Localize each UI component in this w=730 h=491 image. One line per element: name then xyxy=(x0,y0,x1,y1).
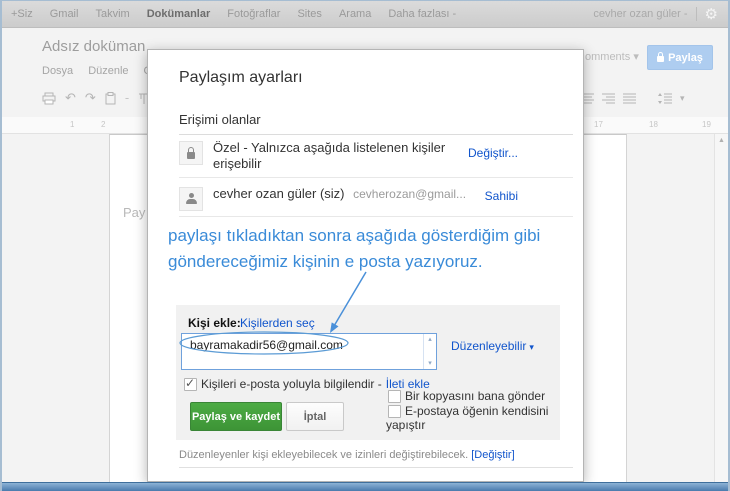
align-justify-icon[interactable] xyxy=(623,93,636,104)
who-has-access-heading: Erişimi olanlar xyxy=(179,112,573,135)
footer-divider xyxy=(179,467,573,468)
topbar-nav: +Siz Gmail Takvim Dokümanlar Fotoğraflar… xyxy=(2,8,456,20)
input-scrollbar: ▴ ▾ xyxy=(423,334,436,369)
print-icon[interactable] xyxy=(42,92,56,105)
cancel-button[interactable]: İptal xyxy=(286,402,344,431)
send-copy-option: Bir kopyasını bana gönder xyxy=(386,389,558,403)
menu-file[interactable]: Dosya xyxy=(42,65,73,77)
access-row-owner: cevher ozan güler (siz) cevherozan@gmail… xyxy=(179,186,573,211)
tutorial-annotation: paylaşı tıkladıktan sonra aşağıda göster… xyxy=(168,223,572,275)
access-text-line1: Özel - Yalnızca aşağıda listelenen kişil… xyxy=(213,140,446,155)
notify-label: Kişileri e-posta yoluyla bilgilendir - xyxy=(201,377,382,391)
align-right-icon[interactable] xyxy=(602,93,615,104)
paste-item-option: E-postaya öğenin kendisini yapıştır xyxy=(386,404,558,432)
nav-documents[interactable]: Dokümanlar xyxy=(147,8,211,20)
topbar-separator xyxy=(695,7,697,21)
email-options: Bir kopyasını bana gönder E-postaya öğen… xyxy=(386,389,558,433)
nav-search[interactable]: Arama xyxy=(339,8,371,20)
nav-calendar[interactable]: Takvim xyxy=(95,8,129,20)
row-divider xyxy=(179,216,573,217)
paste-item-checkbox[interactable] xyxy=(388,405,401,418)
document-body-text: Pay xyxy=(123,205,146,220)
nav-photos[interactable]: Fotoğraflar xyxy=(227,8,280,20)
footer-change-link[interactable]: [Değiştir] xyxy=(471,449,514,461)
account-menu[interactable]: cevher ozan güler - xyxy=(593,8,687,20)
chevron-down-icon: ▾ xyxy=(633,51,639,63)
add-people-label: Kişi ekle: xyxy=(188,316,241,330)
send-copy-checkbox[interactable] xyxy=(388,390,401,403)
nav-sites[interactable]: Sites xyxy=(297,8,321,20)
topbar-right: cevher ozan güler - ⚙ xyxy=(593,7,728,22)
editors-permission-note: Düzenleyenler kişi ekleyebilecek ve izin… xyxy=(179,449,515,461)
comments-button[interactable]: omments ▾ xyxy=(585,50,639,63)
document-title[interactable]: Adsız doküman xyxy=(42,38,145,55)
owner-name: cevher ozan güler (siz) xyxy=(213,186,345,201)
nav-plus-you[interactable]: +Siz xyxy=(11,8,33,20)
notify-checkbox[interactable] xyxy=(184,376,197,391)
toolbar-divider: - xyxy=(124,90,130,105)
share-and-save-button[interactable]: Paylaş ve kaydet xyxy=(190,402,282,431)
person-icon xyxy=(179,187,203,211)
ruler-number: 1 xyxy=(70,120,75,129)
change-link[interactable]: Değiştir... xyxy=(468,146,518,160)
menu-edit[interactable]: Düzenle xyxy=(88,65,128,77)
owner-row-text: cevher ozan güler (siz) cevherozan@gmail… xyxy=(213,186,483,202)
nav-more[interactable]: Daha fazlası - xyxy=(388,8,456,20)
invite-panel: Kişi ekle: Kişilerden seç bayramakadir56… xyxy=(176,305,560,440)
scroll-up-icon[interactable]: ▴ xyxy=(428,336,432,343)
vertical-scrollbar[interactable]: ▲ xyxy=(714,134,728,483)
chevron-down-icon: ▾ xyxy=(529,342,534,352)
footer-text: Düzenleyenler kişi ekleyebilecek ve izin… xyxy=(179,449,472,461)
undo-icon[interactable]: ↶ xyxy=(65,91,76,105)
invite-email-input[interactable]: bayramakadir56@gmail.com ▴ ▾ xyxy=(181,333,437,370)
app-window: +Siz Gmail Takvim Dokümanlar Fotoğraflar… xyxy=(0,0,730,491)
nav-gmail[interactable]: Gmail xyxy=(50,8,79,20)
permission-dropdown[interactable]: Düzenleyebilir ▾ xyxy=(451,339,534,353)
ruler-number: 19 xyxy=(702,120,711,129)
chevron-down-icon[interactable]: ▾ xyxy=(680,91,685,105)
permission-label: Düzenleyebilir xyxy=(451,339,527,353)
row-divider xyxy=(179,177,573,178)
scroll-up-icon[interactable]: ▲ xyxy=(718,137,725,144)
share-button[interactable]: Paylaş xyxy=(647,45,713,70)
ruler-number: 2 xyxy=(101,120,106,129)
comments-label: omments xyxy=(585,51,631,63)
send-copy-label: Bir kopyasını bana gönder xyxy=(405,389,546,403)
gear-icon[interactable]: ⚙ xyxy=(705,7,718,22)
ruler-number: 18 xyxy=(649,120,658,129)
window-bottom-bar xyxy=(2,482,728,491)
access-text-line2: erişebilir xyxy=(213,156,262,171)
access-row-text: Özel - Yalnızca aşağıda listelenen kişil… xyxy=(213,140,483,172)
choose-from-contacts-link[interactable]: Kişilerden seç xyxy=(240,316,315,330)
lock-icon xyxy=(179,141,203,165)
docs-toolbar-left: ↶ ↷ - xyxy=(42,91,150,105)
redo-icon[interactable]: ↷ xyxy=(85,91,96,105)
access-row-private: Özel - Yalnızca aşağıda listelenen kişil… xyxy=(179,140,573,172)
owner-link[interactable]: Sahibi xyxy=(485,189,518,203)
lock-icon xyxy=(657,52,665,62)
annotation-line2: göndereceğimiz kişinin e posta yazıyoruz… xyxy=(168,252,483,271)
annotation-line1: paylaşı tıkladıktan sonra aşağıda göster… xyxy=(168,226,541,245)
paste-item-label: E-postaya öğenin kendisini yapıştır xyxy=(386,404,549,432)
paint-format-icon[interactable] xyxy=(105,91,116,105)
scroll-down-icon[interactable]: ▾ xyxy=(428,360,432,367)
sharing-settings-dialog: Paylaşım ayarları Erişimi olanlar Özel -… xyxy=(147,49,584,482)
google-topbar: +Siz Gmail Takvim Dokümanlar Fotoğraflar… xyxy=(2,1,728,28)
invite-email-value: bayramakadir56@gmail.com xyxy=(190,338,343,352)
owner-email: cevherozan@gmail... xyxy=(353,187,467,201)
share-button-label: Paylaş xyxy=(668,51,703,64)
line-spacing-icon[interactable] xyxy=(658,92,672,104)
dialog-title: Paylaşım ayarları xyxy=(179,69,303,86)
ruler-number: 17 xyxy=(594,120,603,129)
